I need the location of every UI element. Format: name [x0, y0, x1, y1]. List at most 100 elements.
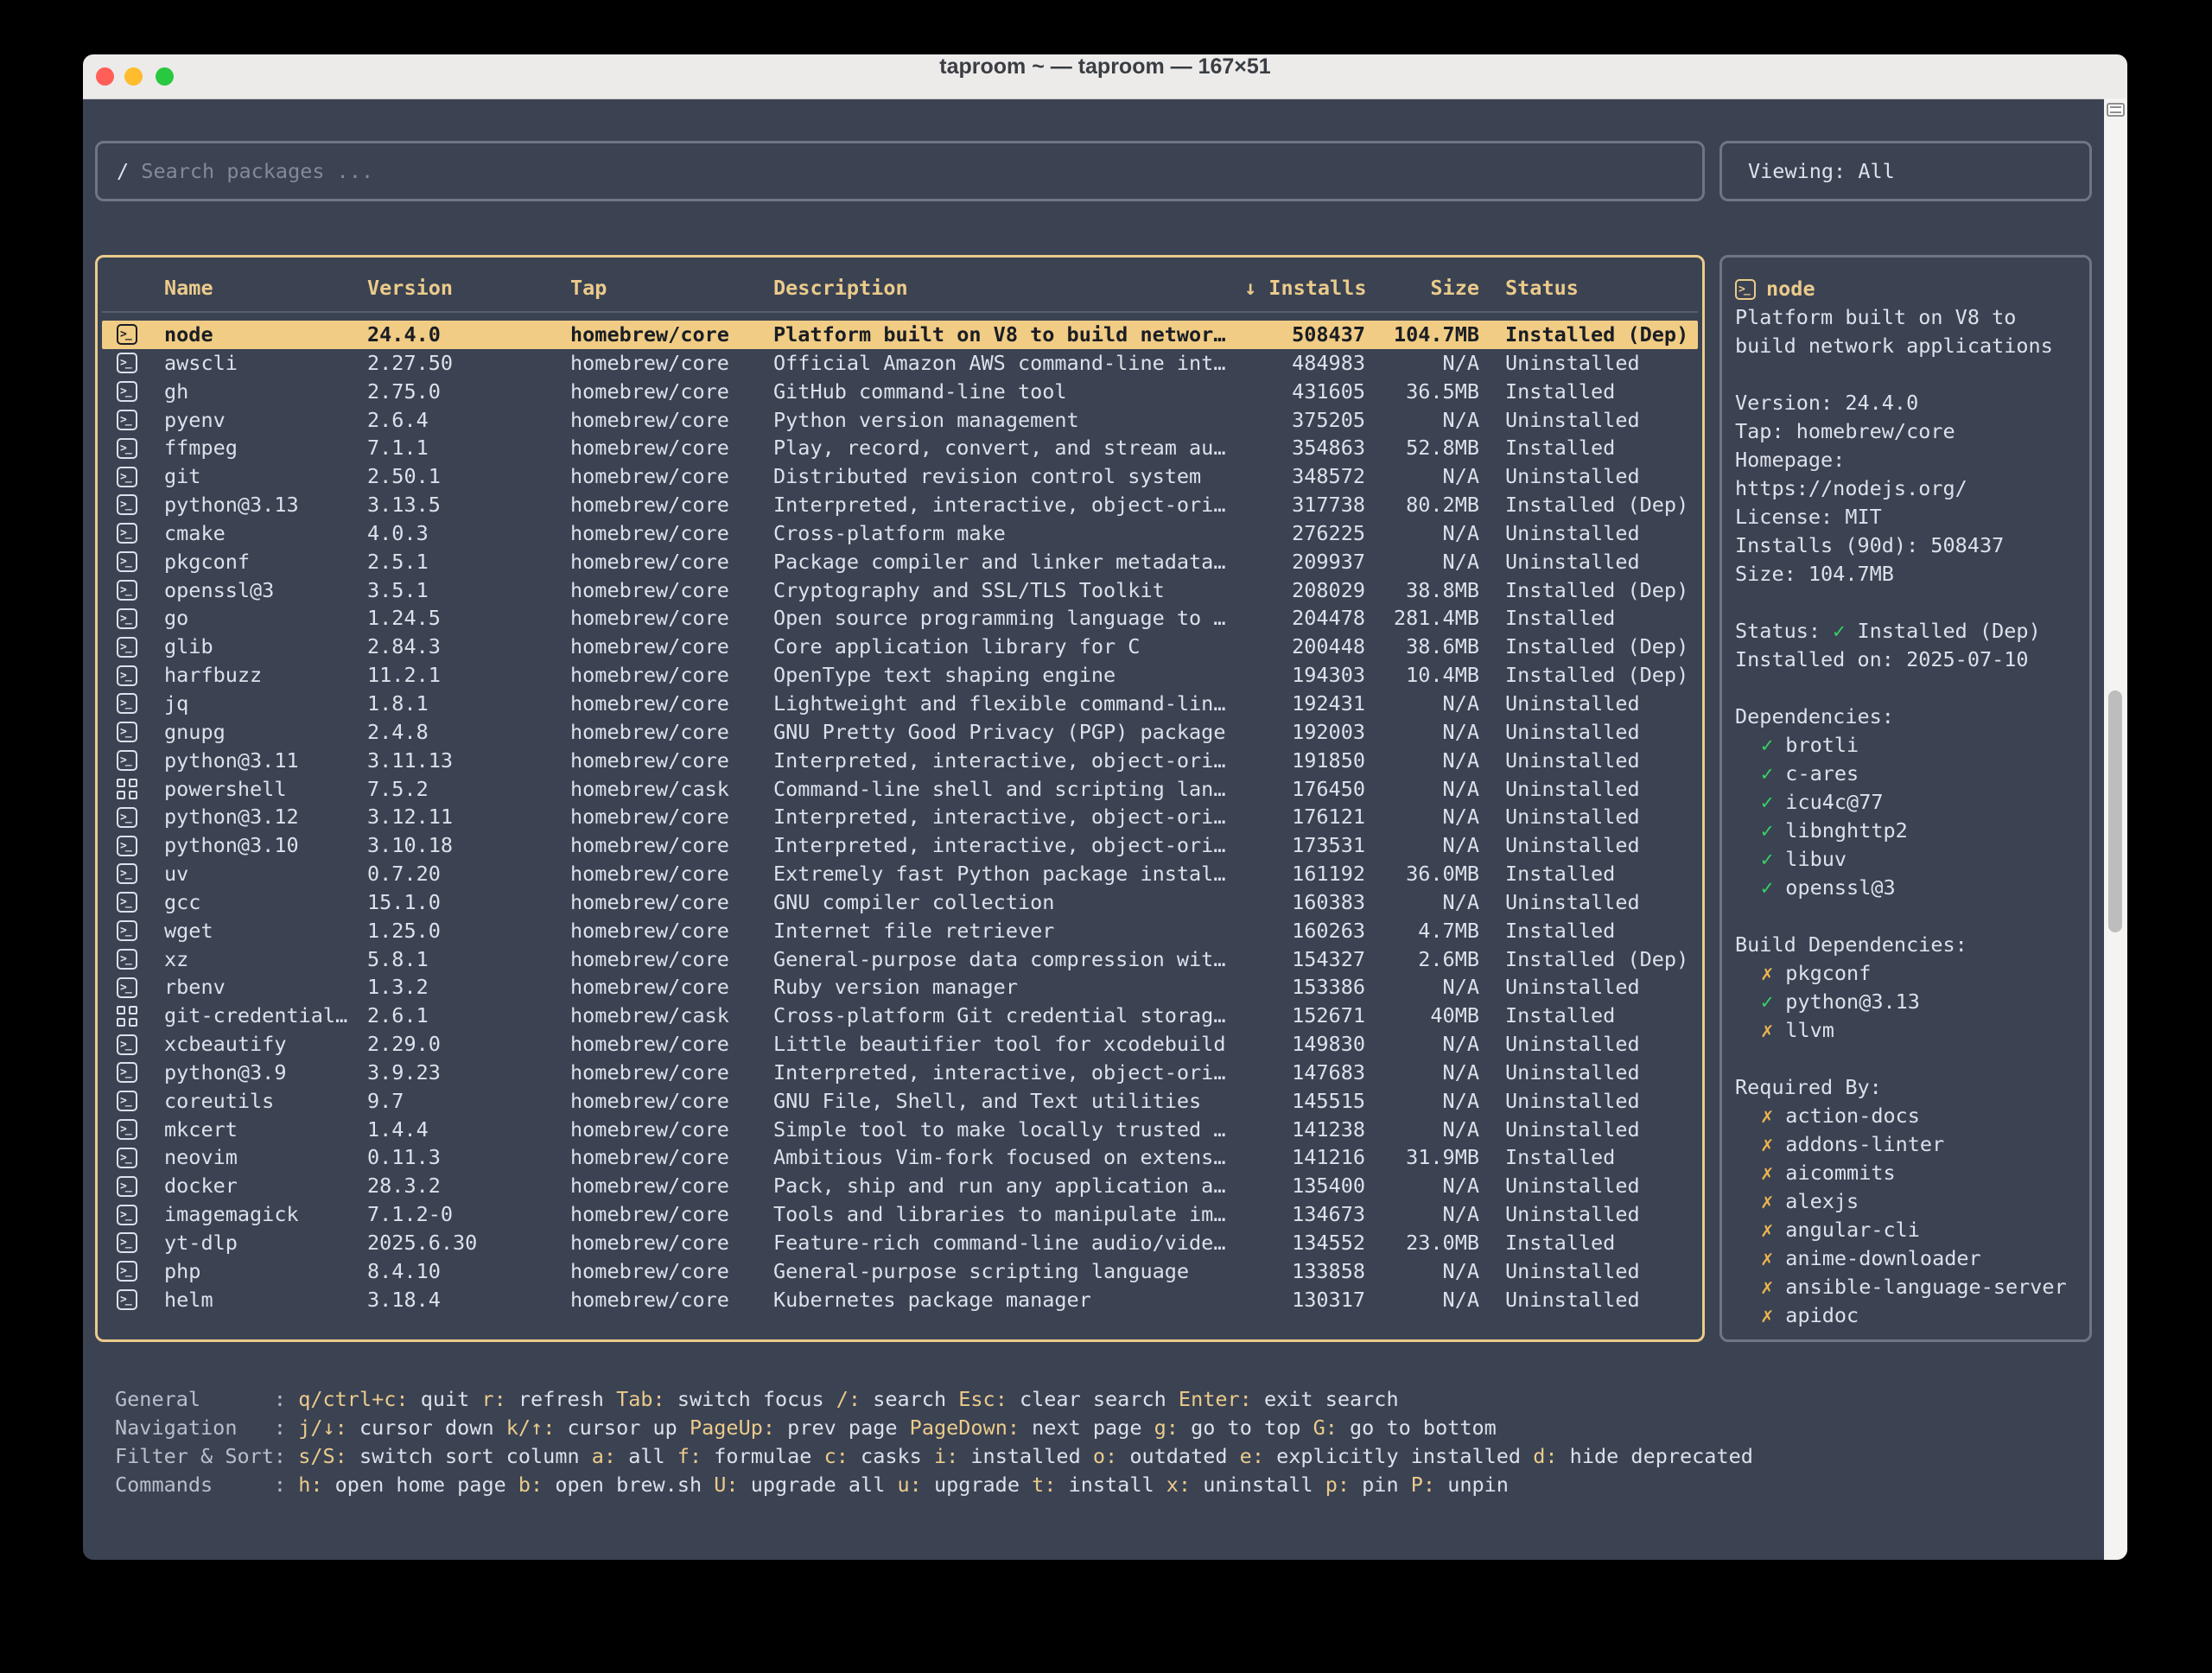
icon-cell [102, 1116, 164, 1144]
table-row[interactable]: xz 5.8.1 homebrew/core General-purpose data… [102, 945, 1698, 974]
cell-tap: homebrew/core [570, 577, 729, 602]
help-category-label: General [115, 1387, 201, 1411]
search-input[interactable]: / Search packages ... [95, 141, 1705, 201]
scrollbar-track[interactable] [2104, 99, 2127, 1560]
cell-desc: Package compiler and linker metadata… [773, 549, 1226, 574]
close-button[interactable] [96, 67, 114, 86]
cell-tap: homebrew/core [570, 1145, 729, 1170]
cell-installs: 154327 [1292, 946, 1365, 971]
table-row[interactable]: imagemagick 7.1.2-0 homebrew/core Tools and… [102, 1200, 1698, 1229]
cell-status: Installed [1505, 1231, 1616, 1255]
cell-installs: 508437 [1292, 322, 1365, 347]
cell-installs: 173531 [1292, 833, 1365, 858]
cell-installs: 134552 [1292, 1231, 1365, 1255]
table-row[interactable]: gcc 15.1.0 homebrew/core GNU compiler colle… [102, 888, 1698, 917]
help-desc: install [1056, 1473, 1166, 1497]
cell-name: coreutils [164, 1088, 275, 1113]
table-row[interactable]: git-credential… 2.6.1 homebrew/cask Cross-p… [102, 1002, 1698, 1030]
table-row[interactable]: mkcert 1.4.4 homebrew/core Simple tool to m… [102, 1116, 1698, 1144]
cell-tap: homebrew/core [570, 1202, 729, 1227]
cell-version: 7.1.2-0 [367, 1202, 454, 1227]
table-row[interactable]: gnupg 2.4.8 homebrew/core GNU Pretty Good P… [102, 718, 1698, 747]
help-desc: clear search [1007, 1387, 1179, 1411]
table-row[interactable]: wget 1.25.0 homebrew/core Internet file ret… [102, 917, 1698, 945]
table-row[interactable]: git 2.50.1 homebrew/core Distributed revisi… [102, 462, 1698, 491]
package-table: Name Version Tap Description ↓ Installs Size S… [95, 255, 1705, 1342]
help-colon: : [273, 1473, 299, 1497]
cell-desc: Tools and libraries to manipulate im… [773, 1202, 1226, 1227]
table-row[interactable]: harfbuzz 11.2.1 homebrew/core OpenType text… [102, 661, 1698, 690]
help-desc: next page [1020, 1415, 1154, 1440]
table-row[interactable]: python@3.13 3.13.5 homebrew/core Interprete… [102, 491, 1698, 519]
table-row[interactable]: jq 1.8.1 homebrew/core Lightweight and flex… [102, 690, 1698, 718]
table-row[interactable]: python@3.11 3.11.13 homebrew/core Interpret… [102, 747, 1698, 775]
table-row[interactable]: php 8.4.10 homebrew/core General-purpose sc… [102, 1257, 1698, 1286]
table-row[interactable]: awscli 2.27.50 homebrew/core Official Amazo… [102, 349, 1698, 378]
formula-icon [117, 1261, 137, 1282]
cell-name: python@3.9 [164, 1059, 287, 1085]
table-row[interactable]: go 1.24.5 homebrew/core Open source program… [102, 604, 1698, 633]
table-row[interactable]: yt-dlp 2025.6.30 homebrew/core Feature-rich… [102, 1229, 1698, 1257]
detail-section-title: Build Dependencies: [1735, 932, 1967, 957]
table-row[interactable]: gh 2.75.0 homebrew/core GitHub command-line… [102, 378, 1698, 406]
cell-name: mkcert [164, 1116, 238, 1142]
cell-desc: Pack, ship and run any application a… [773, 1174, 1226, 1199]
table-row[interactable]: rbenv 1.3.2 homebrew/core Ruby version mana… [102, 973, 1698, 1002]
table-row-selected[interactable]: node 24.4.0 homebrew/core Platform built on… [102, 321, 1698, 349]
scrollbar-thumb[interactable] [2108, 690, 2122, 932]
table-row[interactable]: glib 2.84.3 homebrew/core Core application … [102, 633, 1698, 661]
cell-size: N/A [1442, 1174, 1479, 1199]
table-row[interactable]: cmake 4.0.3 homebrew/core Cross-platform ma… [102, 519, 1698, 548]
cell-version: 1.24.5 [367, 606, 441, 631]
dependency-item: ✗ aicommits [1735, 1159, 2076, 1187]
table-row[interactable]: python@3.12 3.12.11 homebrew/core Interpret… [102, 803, 1698, 831]
cell-status: Uninstalled [1505, 975, 1640, 1000]
table-row[interactable]: python@3.10 3.10.18 homebrew/core Interpret… [102, 831, 1698, 860]
cell-name: awscli [164, 350, 238, 375]
dependency-item: ✓ brotli [1735, 731, 2076, 760]
cell-version: 3.10.18 [367, 833, 454, 858]
icon-cell [102, 661, 164, 690]
cell-name: python@3.11 [164, 747, 299, 773]
detail-status-label: Status: [1735, 619, 1834, 643]
split-pane-icon[interactable] [2107, 103, 2125, 117]
dependency-item: ✗ angular-cli [1735, 1216, 2076, 1244]
icon-cell [102, 321, 164, 349]
cell-size: 36.5MB [1406, 378, 1479, 404]
title-bar[interactable]: taproom ~ — taproom — 167×51 [83, 54, 2127, 99]
column-header-size: Size [1430, 276, 1479, 300]
table-row[interactable]: xcbeautify 2.29.0 homebrew/core Little beau… [102, 1030, 1698, 1059]
cell-installs: 276225 [1292, 520, 1365, 545]
help-desc: go to bottom [1337, 1415, 1497, 1440]
zoom-button[interactable] [156, 67, 174, 86]
table-row[interactable]: powershell 7.5.2 homebrew/cask Command-line… [102, 775, 1698, 804]
table-row[interactable]: pyenv 2.6.4 homebrew/core Python version ma… [102, 406, 1698, 435]
table-row[interactable]: uv 0.7.20 homebrew/core Extremely fast Pyth… [102, 860, 1698, 888]
table-row[interactable]: neovim 0.11.3 homebrew/core Ambitious Vim-f… [102, 1143, 1698, 1172]
table-row[interactable]: ffmpeg 7.1.1 homebrew/core Play, record, co… [102, 434, 1698, 462]
column-header-version: Version [367, 276, 454, 300]
table-row[interactable]: python@3.9 3.9.23 homebrew/core Interpreted… [102, 1059, 1698, 1087]
table-row[interactable]: openssl@3 3.5.1 homebrew/core Cryptography … [102, 576, 1698, 605]
minimize-button[interactable] [124, 67, 143, 86]
cell-name: cmake [164, 520, 226, 545]
help-desc: all [616, 1444, 677, 1468]
help-key: j/↓: [298, 1415, 347, 1440]
help-key: u: [897, 1473, 922, 1497]
table-row[interactable]: coreutils 9.7 homebrew/core GNU File, Shell… [102, 1087, 1698, 1116]
table-row[interactable]: helm 3.18.4 homebrew/core Kubernetes packag… [102, 1286, 1698, 1314]
formula-icon [117, 1091, 137, 1112]
icon-cell [102, 519, 164, 548]
cell-size: N/A [1442, 350, 1479, 375]
table-row[interactable]: pkgconf 2.5.1 homebrew/core Package compile… [102, 548, 1698, 576]
icon-cell [102, 349, 164, 378]
icon-cell [102, 690, 164, 718]
table-row[interactable]: docker 28.3.2 homebrew/core Pack, ship and … [102, 1172, 1698, 1200]
cell-name: uv [164, 862, 189, 887]
icon-cell [102, 775, 164, 804]
help-key: PageUp: [689, 1415, 776, 1440]
cell-name: rbenv [164, 975, 226, 1000]
detail-field: https://nodejs.org/ [1735, 476, 1967, 500]
cell-status: Uninstalled [1505, 833, 1640, 858]
